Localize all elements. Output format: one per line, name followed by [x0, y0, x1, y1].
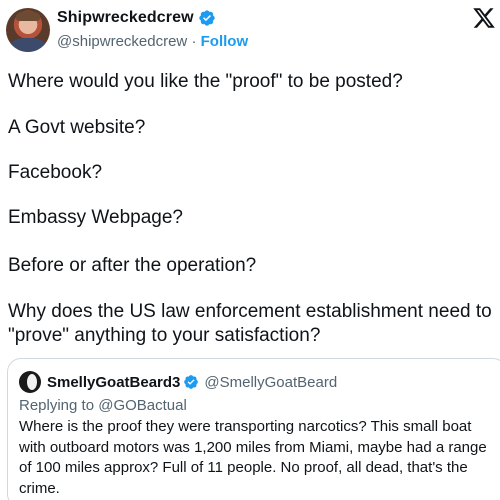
author-handle-row: @shipwreckedcrew · Follow — [57, 33, 248, 50]
avatar-face — [27, 374, 37, 390]
author-handle[interactable]: @shipwreckedcrew — [57, 33, 187, 50]
quoted-post-header: SmellyGoatBeard3 @SmellyGoatBeard — [19, 371, 337, 393]
author-display-name[interactable]: Shipwreckedcrew — [57, 9, 194, 27]
replying-to-label: Replying to @GOBactual — [19, 397, 187, 414]
handle-separator: · — [191, 33, 197, 50]
avatar-hat — [16, 11, 40, 21]
quoted-author-avatar[interactable] — [19, 371, 41, 393]
author-avatar[interactable] — [6, 8, 50, 52]
follow-button[interactable]: Follow — [201, 33, 249, 50]
x-logo-icon[interactable] — [472, 6, 496, 30]
quoted-post-text: Where is the proof they were transportin… — [19, 418, 487, 497]
post-paragraph: A Govt website? — [8, 117, 146, 138]
avatar-coat — [10, 38, 46, 52]
quoted-author-display-name[interactable]: SmellyGoatBeard3 — [47, 374, 180, 391]
post-paragraph: Where would you like the "proof" to be p… — [8, 71, 403, 92]
verified-badge-icon — [198, 10, 215, 26]
quoted-author-handle[interactable]: @SmellyGoatBeard — [204, 374, 337, 391]
quoted-post-card[interactable]: SmellyGoatBeard3 @SmellyGoatBeard Replyi… — [7, 358, 500, 500]
author-name-row: Shipwreckedcrew — [57, 9, 216, 27]
post-paragraph: Facebook? — [8, 162, 103, 183]
verified-badge-icon — [184, 375, 199, 389]
post-header: Shipwreckedcrew @shipwreckedcrew · Follo… — [0, 0, 500, 62]
post-paragraph: Embassy Webpage? — [8, 207, 183, 228]
post-paragraph: Why does the US law enforcement establis… — [8, 301, 492, 346]
post-paragraph: Before or after the operation? — [8, 255, 257, 276]
